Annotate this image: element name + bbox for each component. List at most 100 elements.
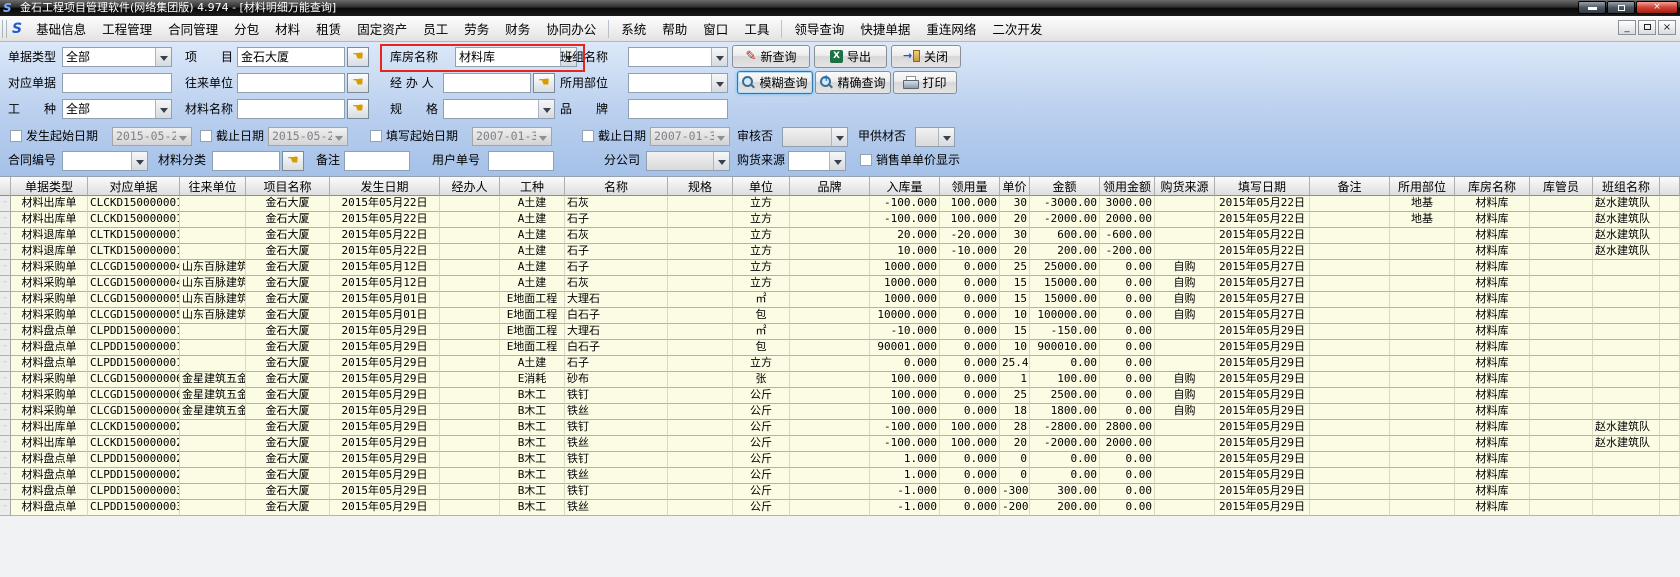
table-cell[interactable]: 赵水建筑队: [1593, 436, 1660, 452]
table-cell[interactable]: 0.000: [940, 260, 1000, 276]
table-cell[interactable]: -3000.00: [1030, 196, 1100, 212]
table-cell[interactable]: [1593, 372, 1660, 388]
table-cell[interactable]: 材料出库单: [11, 212, 88, 228]
table-cell[interactable]: 金石大厦: [246, 372, 330, 388]
table-cell[interactable]: 石子: [565, 356, 668, 372]
table-cell[interactable]: 1.000: [870, 452, 940, 468]
table-cell[interactable]: [1390, 244, 1455, 260]
table-cell[interactable]: 0.00: [1100, 324, 1155, 340]
table-cell[interactable]: [1310, 196, 1390, 212]
menu-item-13[interactable]: 窗口: [695, 16, 736, 41]
table-cell[interactable]: [1660, 436, 1680, 452]
table-cell[interactable]: 2015年05月29日: [330, 388, 440, 404]
row-selector[interactable]: ┄: [0, 292, 11, 308]
table-cell[interactable]: -200: [1000, 500, 1030, 516]
table-cell[interactable]: 材料库: [1455, 212, 1530, 228]
table-cell[interactable]: 山东百脉建筑: [180, 308, 246, 324]
table-cell[interactable]: 0.000: [940, 356, 1000, 372]
table-cell[interactable]: [1660, 244, 1680, 260]
chevron-down-icon[interactable]: [131, 152, 147, 170]
table-cell[interactable]: [1310, 292, 1390, 308]
table-cell[interactable]: 铁丝: [565, 468, 668, 484]
table-cell[interactable]: [790, 388, 870, 404]
new-query-button[interactable]: ✎新查询: [732, 45, 810, 68]
table-cell[interactable]: 0.00: [1100, 308, 1155, 324]
table-cell[interactable]: [668, 452, 733, 468]
row-selector[interactable]: ┄: [0, 212, 11, 228]
table-cell[interactable]: 材料库: [1455, 452, 1530, 468]
occur-start-date[interactable]: 2015-05-29: [112, 127, 192, 146]
table-cell[interactable]: 铁丝: [565, 436, 668, 452]
fill-start-checkbox[interactable]: [370, 130, 382, 142]
table-cell[interactable]: 100.000: [870, 372, 940, 388]
column-header-10[interactable]: 品牌: [790, 177, 870, 196]
table-cell[interactable]: 90001.000: [870, 340, 940, 356]
table-cell[interactable]: [1310, 324, 1390, 340]
table-cell[interactable]: 山东百脉建筑: [180, 260, 246, 276]
table-cell[interactable]: [1310, 228, 1390, 244]
menu-item-0[interactable]: 基础信息: [28, 16, 94, 41]
menu-item-18[interactable]: 二次开发: [984, 16, 1050, 41]
column-header-12[interactable]: 领用量: [940, 177, 1000, 196]
table-cell[interactable]: [1530, 372, 1593, 388]
column-header-3[interactable]: 项目名称: [246, 177, 330, 196]
warehouse-combo[interactable]: 材料库: [455, 47, 577, 67]
table-cell[interactable]: 材料采购单: [11, 404, 88, 420]
table-cell[interactable]: 砂布: [565, 372, 668, 388]
table-cell[interactable]: 0.00: [1100, 356, 1155, 372]
table-cell[interactable]: 20: [1000, 244, 1030, 260]
table-cell[interactable]: 0.00: [1100, 292, 1155, 308]
table-cell[interactable]: B木工: [500, 500, 565, 516]
table-cell[interactable]: 公斤: [733, 436, 790, 452]
table-cell[interactable]: A土建: [500, 260, 565, 276]
column-header-15[interactable]: 领用金额: [1100, 177, 1155, 196]
row-selector[interactable]: ┄: [0, 324, 11, 340]
table-cell[interactable]: [1310, 436, 1390, 452]
table-cell[interactable]: 自购: [1155, 260, 1215, 276]
table-cell[interactable]: 10.000: [870, 244, 940, 260]
table-cell[interactable]: -20.000: [940, 228, 1000, 244]
table-cell[interactable]: 0.00: [1100, 340, 1155, 356]
table-cell[interactable]: 立方: [733, 260, 790, 276]
table-cell[interactable]: [1660, 420, 1680, 436]
table-cell[interactable]: 材料盘点单: [11, 452, 88, 468]
table-cell[interactable]: [1155, 468, 1215, 484]
column-header-16[interactable]: 购货来源: [1155, 177, 1215, 196]
table-cell[interactable]: 金石大厦: [246, 244, 330, 260]
material-class-picker-button[interactable]: ☚: [282, 151, 304, 171]
table-cell[interactable]: [1660, 260, 1680, 276]
table-cell[interactable]: 2015年05月27日: [1215, 308, 1310, 324]
table-cell[interactable]: [1593, 340, 1660, 356]
table-cell[interactable]: -200.00: [1100, 244, 1155, 260]
table-cell[interactable]: 材料库: [1455, 244, 1530, 260]
row-selector[interactable]: ┄: [0, 484, 11, 500]
table-cell[interactable]: [440, 356, 500, 372]
table-cell[interactable]: [440, 244, 500, 260]
table-cell[interactable]: 金石大厦: [246, 452, 330, 468]
chevron-down-icon[interactable]: [176, 129, 190, 144]
table-cell[interactable]: 15: [1000, 276, 1030, 292]
table-cell[interactable]: [1660, 452, 1680, 468]
table-cell[interactable]: [1155, 228, 1215, 244]
column-header-11[interactable]: 入库量: [870, 177, 940, 196]
table-cell[interactable]: [1390, 292, 1455, 308]
export-button[interactable]: X导出: [814, 45, 887, 68]
table-cell[interactable]: [1310, 260, 1390, 276]
column-header-22[interactable]: 班组名称: [1593, 177, 1660, 196]
occur-start-checkbox[interactable]: [10, 130, 22, 142]
table-cell[interactable]: 石子: [565, 212, 668, 228]
table-cell[interactable]: 金石大厦: [246, 484, 330, 500]
table-cell[interactable]: 2015年05月27日: [1215, 260, 1310, 276]
table-cell[interactable]: 石灰: [565, 276, 668, 292]
table-cell[interactable]: 材料库: [1455, 388, 1530, 404]
table-cell[interactable]: [790, 228, 870, 244]
row-selector[interactable]: ┄: [0, 356, 11, 372]
table-cell[interactable]: [668, 244, 733, 260]
table-cell[interactable]: 0.000: [940, 372, 1000, 388]
table-cell[interactable]: [668, 404, 733, 420]
table-cell[interactable]: 自购: [1155, 276, 1215, 292]
table-cell[interactable]: 金石大厦: [246, 292, 330, 308]
table-cell[interactable]: [440, 500, 500, 516]
table-cell[interactable]: 材料库: [1455, 420, 1530, 436]
table-cell[interactable]: [1390, 484, 1455, 500]
